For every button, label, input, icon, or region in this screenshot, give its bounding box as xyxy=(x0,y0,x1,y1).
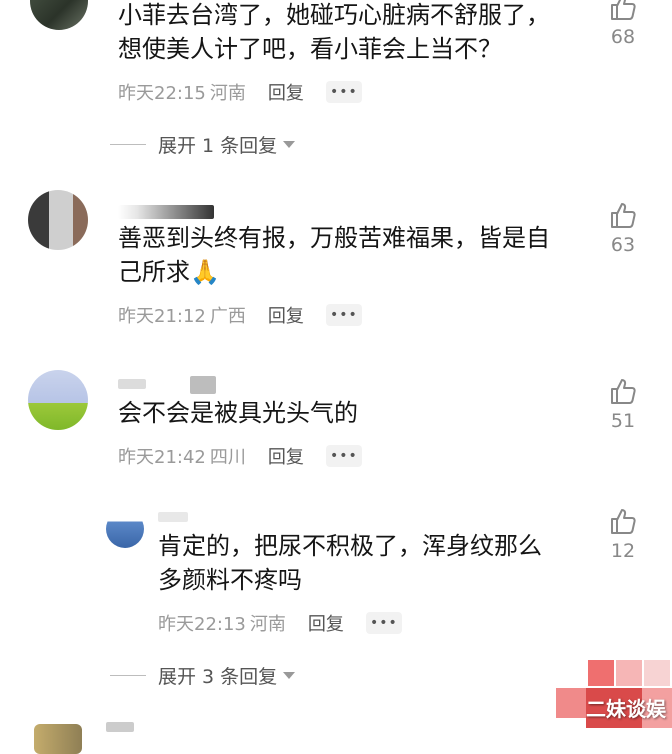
comment-text: 小菲去台湾了，她碰巧心脏病不舒服了， 想使美人计了吧，看小菲会上当不？ xyxy=(118,1,550,63)
comment-text: 会不会是被具光头气的 xyxy=(118,399,358,427)
expand-replies-label: 展开 1 条回复 xyxy=(158,135,278,157)
username-redacted xyxy=(106,722,134,732)
watermark-tile xyxy=(616,660,642,686)
comment-location: 河南 xyxy=(249,614,286,635)
expand-replies-label: 展开 3 条回复 xyxy=(158,666,278,688)
more-dots-icon[interactable]: ••• xyxy=(325,445,362,467)
more-dots-icon[interactable]: ••• xyxy=(365,612,402,634)
more-dots-icon[interactable]: ••• xyxy=(325,304,362,326)
comment-meta: 昨天22:15 河南 回复 ••• xyxy=(118,79,362,105)
comment-meta: 昨天22:13 河南 回复 ••• xyxy=(158,610,402,636)
caret-down-icon xyxy=(283,141,296,148)
like-button[interactable]: 51 xyxy=(598,376,648,432)
like-button[interactable]: 12 xyxy=(598,506,648,562)
reply-button[interactable]: 回复 xyxy=(268,79,304,105)
reply-button[interactable]: 回复 xyxy=(268,443,304,469)
watermark-text: 二妹谈娱 xyxy=(586,697,666,721)
username-redacted xyxy=(190,376,216,394)
comment-time: 昨天22:15 xyxy=(118,83,206,104)
comment-meta: 昨天21:12 广西 回复 ••• xyxy=(118,302,362,328)
username-redacted xyxy=(118,205,214,219)
avatar[interactable] xyxy=(106,510,144,548)
divider xyxy=(110,675,146,676)
like-count: 68 xyxy=(610,26,636,48)
comment-time: 昨天22:13 xyxy=(158,614,246,635)
username-redacted xyxy=(118,379,146,389)
watermark-tile xyxy=(556,688,586,718)
expand-replies-button[interactable]: 展开 3 条回复 xyxy=(110,662,296,689)
comment-time: 昨天21:42 xyxy=(118,447,206,468)
comment-location: 广西 xyxy=(209,306,246,327)
divider xyxy=(110,144,146,145)
thumbs-up-icon xyxy=(611,509,636,534)
avatar[interactable] xyxy=(28,190,88,250)
thumbs-up-icon xyxy=(611,0,636,20)
expand-replies-button[interactable]: 展开 1 条回复 xyxy=(110,131,296,158)
comment-location: 河南 xyxy=(209,83,246,104)
comment-meta: 昨天21:42 四川 回复 ••• xyxy=(118,443,362,469)
like-button[interactable]: 68 xyxy=(598,0,648,48)
thumbs-up-icon xyxy=(611,379,636,404)
avatar[interactable] xyxy=(28,370,88,430)
reply-button[interactable]: 回复 xyxy=(268,302,304,328)
watermark: 二妹谈娱 xyxy=(552,644,672,730)
caret-down-icon xyxy=(283,672,296,679)
reply-button[interactable]: 回复 xyxy=(308,610,344,636)
more-dots-icon[interactable]: ••• xyxy=(325,81,362,103)
like-count: 63 xyxy=(610,234,636,256)
watermark-tile xyxy=(644,660,670,686)
avatar[interactable] xyxy=(30,0,88,30)
comment-text: 善恶到头终有报，万般苦难福果，皆是自 己所求🙏 xyxy=(118,224,550,286)
watermark-tile xyxy=(588,660,614,686)
comment-location: 四川 xyxy=(209,447,246,468)
like-count: 12 xyxy=(610,540,636,562)
username-redacted xyxy=(158,512,188,522)
like-button[interactable]: 63 xyxy=(598,200,648,256)
comment-text: 肯定的，把尿不积极了，浑身纹那么 多颜料不疼吗 xyxy=(158,532,542,594)
avatar[interactable] xyxy=(34,724,82,754)
thumbs-up-icon xyxy=(611,203,636,228)
comment-time: 昨天21:12 xyxy=(118,306,206,327)
like-count: 51 xyxy=(610,410,636,432)
